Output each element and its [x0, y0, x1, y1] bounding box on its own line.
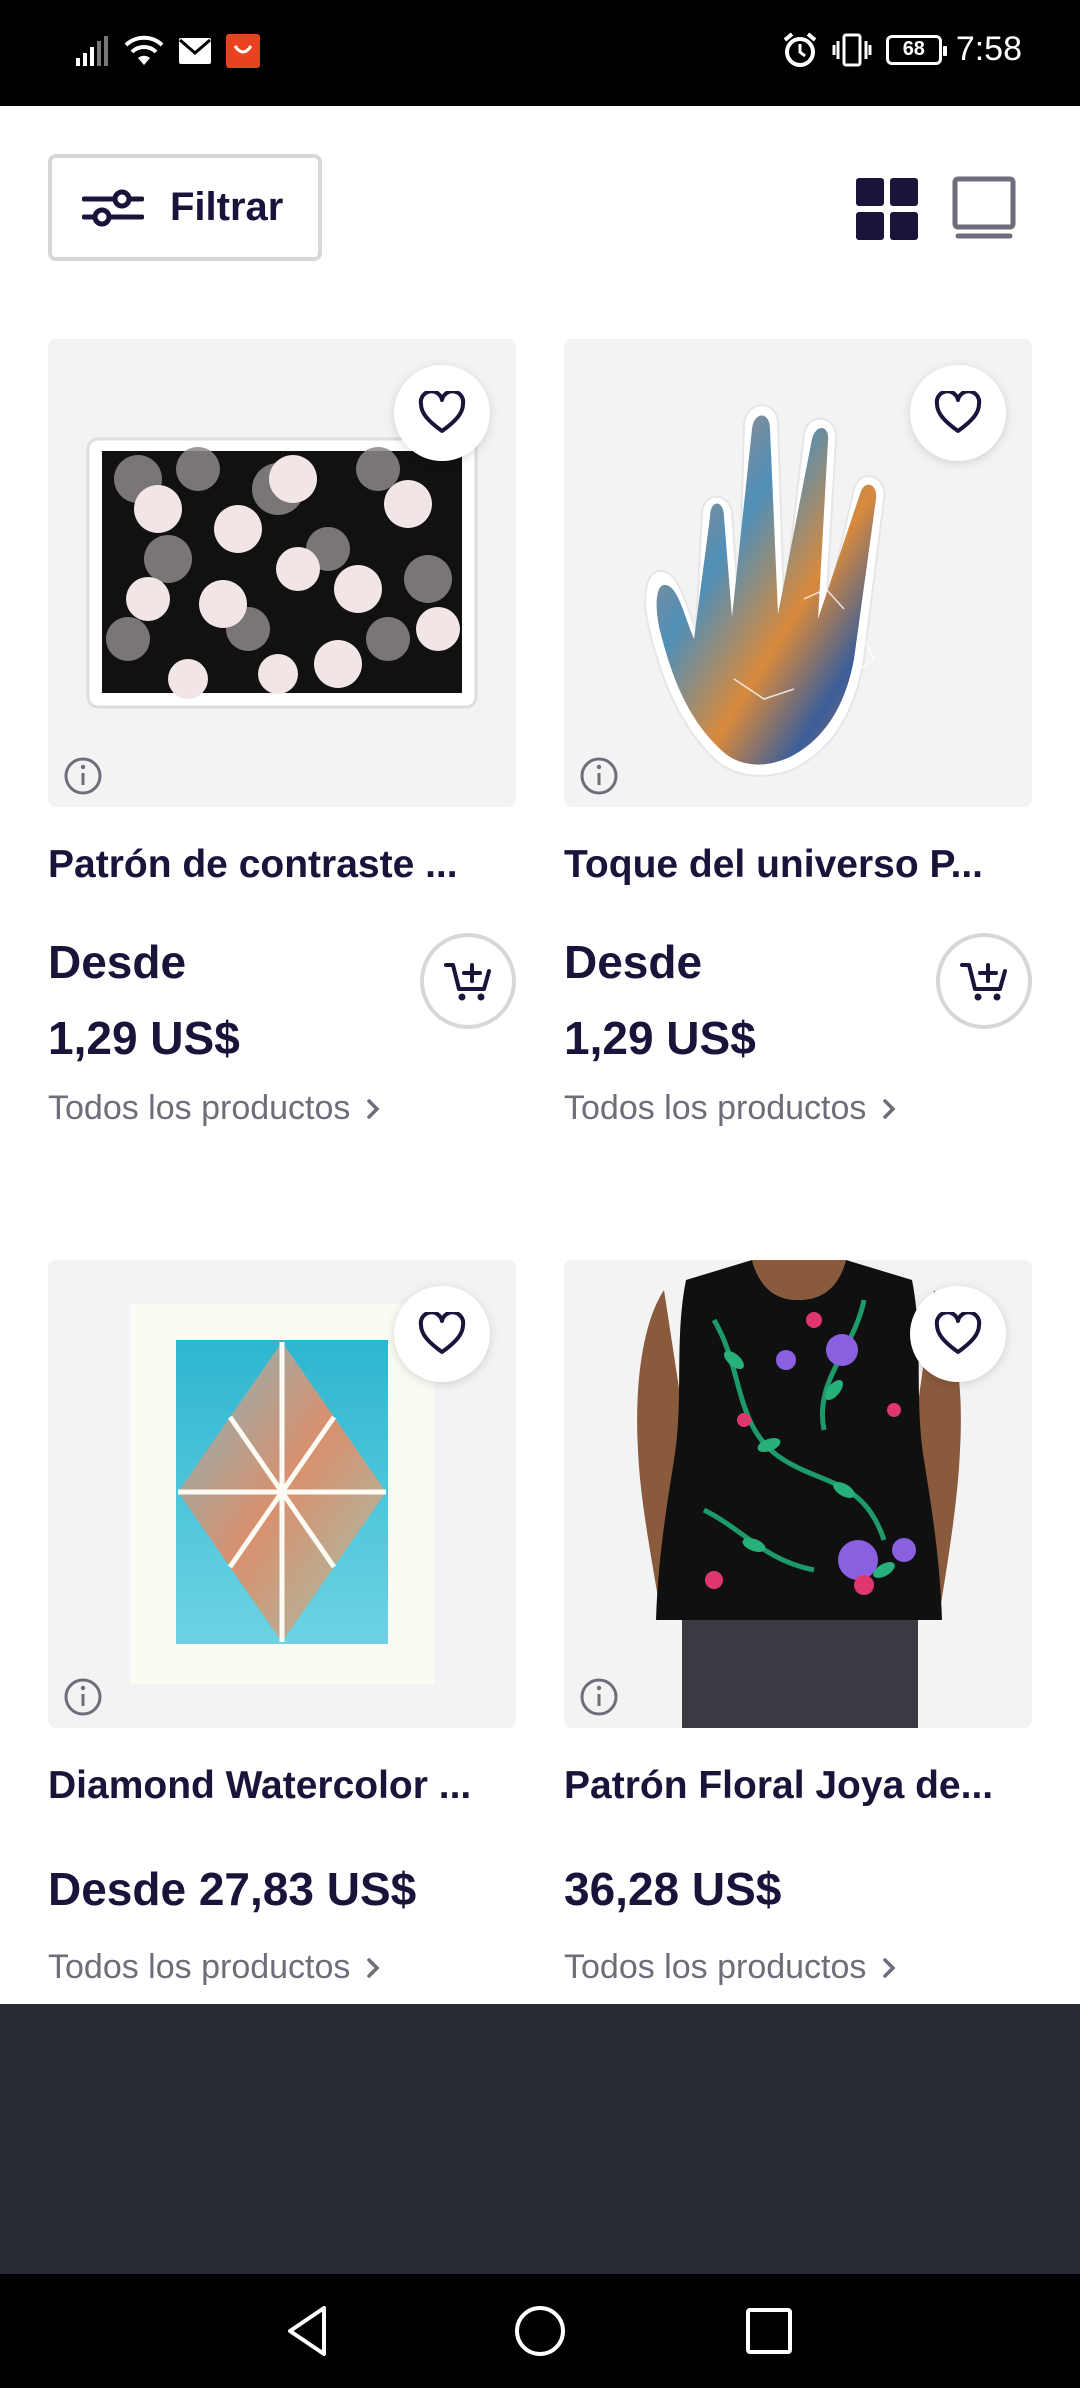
price-block: 36,28 US$ — [564, 1860, 1032, 1918]
all-products-label: Todos los productos — [48, 1089, 351, 1127]
vibrate-icon — [832, 33, 872, 66]
all-products-link[interactable]: Todos los productos — [564, 1089, 1032, 1128]
heart-icon — [418, 391, 466, 433]
product-image[interactable] — [564, 339, 1032, 807]
all-products-label: Todos los productos — [48, 1948, 351, 1986]
price-block: Desde 1,29 US$ — [564, 933, 1032, 1067]
chevron-right-icon — [883, 1957, 896, 1978]
product-title[interactable]: Patrón Floral Joya de... — [564, 1764, 1032, 1808]
all-products-link[interactable]: Todos los productos — [48, 1089, 516, 1128]
all-products-label: Todos los productos — [564, 1089, 867, 1127]
all-products-link[interactable]: Todos los productos — [564, 1948, 1032, 1987]
heart-icon — [934, 391, 982, 433]
product-card[interactable]: Toque del universo P... Desde 1,29 US$ T… — [564, 339, 1032, 1128]
product-card[interactable]: Patrón Floral Joya de... 36,28 US$ Todos… — [564, 1260, 1032, 1987]
heart-icon — [934, 1312, 982, 1354]
system-nav-bar — [0, 2274, 1080, 2388]
product-image[interactable] — [564, 1260, 1032, 1728]
product-card[interactable]: Patrón de contraste ... Desde 1,29 US$ T… — [48, 339, 516, 1128]
info-icon[interactable] — [62, 755, 104, 797]
info-icon[interactable] — [62, 1676, 104, 1718]
alarm-icon — [783, 31, 817, 67]
all-products-label: Todos los productos — [564, 1948, 867, 1986]
add-to-cart-button[interactable] — [936, 933, 1032, 1029]
signal-icon — [76, 36, 108, 66]
price-block: Desde 27,83 US$ — [48, 1860, 516, 1918]
favorite-button[interactable] — [910, 1286, 1006, 1382]
add-to-cart-button[interactable] — [420, 933, 516, 1029]
price: Desde 27,83 US$ — [48, 1863, 417, 1915]
battery-icon: 68 — [885, 34, 947, 65]
favorite-button[interactable] — [394, 1286, 490, 1382]
product-title[interactable]: Toque del universo P... — [564, 843, 1032, 887]
info-icon[interactable] — [578, 755, 620, 797]
bottom-panel — [0, 2004, 1080, 2274]
all-products-link[interactable]: Todos los productos — [48, 1948, 516, 1987]
price-block: Desde 1,29 US$ — [48, 933, 516, 1067]
heart-icon — [418, 1312, 466, 1354]
info-icon[interactable] — [578, 1676, 620, 1718]
battery-level: 68 — [902, 38, 925, 60]
chevron-right-icon — [367, 1957, 380, 1978]
status-right-icons: 68 7:58 — [782, 30, 1022, 69]
chevron-right-icon — [367, 1098, 380, 1119]
product-title[interactable]: Patrón de contraste ... — [48, 843, 516, 887]
product-grid: Patrón de contraste ... Desde 1,29 US$ T… — [0, 106, 1080, 2004]
status-bar: 68 7:58 — [0, 0, 1080, 106]
back-icon[interactable] — [274, 2296, 344, 2366]
app-notification-icon — [226, 34, 260, 68]
mail-icon — [179, 38, 211, 64]
product-image[interactable] — [48, 1260, 516, 1728]
cart-plus-icon — [444, 963, 491, 1001]
price: 36,28 US$ — [564, 1863, 782, 1915]
recents-icon[interactable] — [734, 2296, 804, 2366]
product-card[interactable]: Diamond Watercolor ... Desde 27,83 US$ T… — [48, 1260, 516, 1987]
wifi-icon — [124, 35, 164, 65]
status-time: 7:58 — [955, 30, 1022, 68]
product-image[interactable] — [48, 339, 516, 807]
cart-plus-icon — [960, 963, 1007, 1001]
product-title[interactable]: Diamond Watercolor ... — [48, 1764, 516, 1808]
status-left-icons — [76, 34, 260, 68]
favorite-button[interactable] — [910, 365, 1006, 461]
home-icon[interactable] — [505, 2296, 575, 2366]
chevron-right-icon — [883, 1098, 896, 1119]
favorite-button[interactable] — [394, 365, 490, 461]
